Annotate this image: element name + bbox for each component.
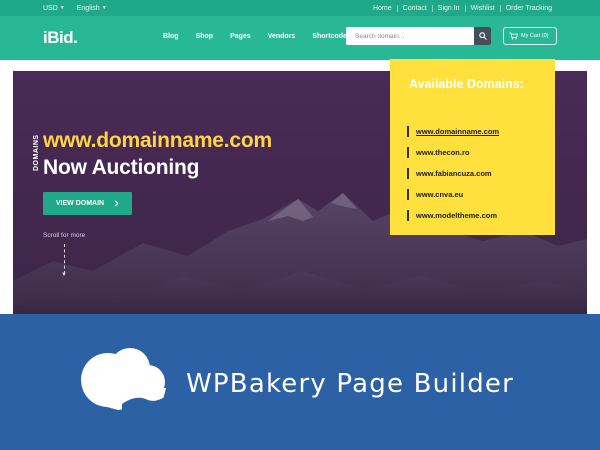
- language-label: English: [76, 4, 100, 12]
- list-bullet-bar: [407, 168, 409, 179]
- list-bullet-bar: [407, 147, 409, 158]
- view-domain-label: VIEW DOMAIN: [55, 200, 105, 207]
- nav-item-pages[interactable]: Pages: [230, 33, 251, 40]
- cart-button[interactable]: My Cart (0): [503, 27, 557, 45]
- domain-link[interactable]: www.fabiancuza.com: [416, 169, 492, 178]
- nav-item-blog[interactable]: Blog: [163, 33, 179, 40]
- currency-selector[interactable]: USD ▼: [43, 5, 65, 12]
- chevron-right-icon: [114, 200, 119, 207]
- panel-title: Available Domains:: [409, 77, 524, 91]
- domain-list-item[interactable]: www.cnva.eu: [407, 184, 499, 205]
- cart-label: My Cart (0): [521, 33, 549, 39]
- domain-list-item[interactable]: www.domainname.com: [407, 121, 499, 142]
- language-selector[interactable]: English ▼: [77, 5, 107, 12]
- top-link-sign-in[interactable]: Sign In: [431, 4, 465, 12]
- domain-link[interactable]: www.modeltheme.com: [416, 211, 497, 220]
- available-domains-panel: Available Domains: www.domainname.com ww…: [390, 59, 555, 235]
- main-nav: Blog Shop Pages Vendors Shortcodes: [163, 33, 351, 40]
- domain-list-item[interactable]: www.fabiancuza.com: [407, 163, 499, 184]
- top-link-contact[interactable]: Contact: [396, 4, 432, 12]
- arrow-down-icon: ▼: [61, 272, 67, 278]
- domain-list: www.domainname.com www.thecon.ro www.fab…: [407, 121, 499, 226]
- search-input[interactable]: [346, 27, 474, 45]
- scroll-for-more[interactable]: Scroll for more: [43, 232, 85, 239]
- currency-label: USD: [43, 4, 58, 12]
- domain-list-item[interactable]: www.modeltheme.com: [407, 205, 499, 226]
- domain-list-item[interactable]: www.thecon.ro: [407, 142, 499, 163]
- page: USD ▼ English ▼ Home Contact Sign In Wis…: [0, 0, 600, 450]
- chevron-down-icon: ▼: [59, 5, 65, 11]
- search-box: [346, 27, 491, 45]
- wpbakery-cloud-logo: [81, 348, 166, 410]
- site-logo[interactable]: iBid.: [43, 28, 78, 48]
- main-header: iBid. Blog Shop Pages Vendors Shortcodes: [0, 16, 600, 60]
- top-link-order-tracking[interactable]: Order Tracking: [499, 4, 557, 12]
- list-bullet-bar: [407, 126, 409, 137]
- hero-subheadline: Now Auctioning: [43, 156, 200, 179]
- wpbakery-banner: WPBakery Page Builder: [0, 314, 600, 450]
- top-bar: USD ▼ English ▼ Home Contact Sign In Wis…: [0, 0, 600, 16]
- view-domain-button[interactable]: VIEW DOMAIN: [43, 192, 132, 215]
- cart-icon: [509, 32, 518, 40]
- search-button[interactable]: [474, 27, 491, 45]
- domain-link[interactable]: www.thecon.ro: [416, 148, 469, 157]
- chevron-down-icon: ▼: [101, 5, 107, 11]
- scroll-indicator-line: [64, 244, 65, 274]
- top-link-home[interactable]: Home: [368, 5, 397, 12]
- top-link-wishlist[interactable]: Wishlist: [464, 4, 500, 12]
- list-bullet-bar: [407, 210, 409, 221]
- nav-item-shop[interactable]: Shop: [196, 33, 214, 40]
- wpbakery-title: WPBakery Page Builder: [186, 369, 514, 399]
- search-icon: [478, 32, 487, 40]
- vertical-section-label: DOMAINS: [33, 134, 40, 171]
- top-links: Home Contact Sign In Wishlist Order Trac…: [368, 0, 557, 16]
- domain-link[interactable]: www.cnva.eu: [416, 190, 463, 199]
- hero-domain-headline: www.domainname.com: [43, 129, 272, 152]
- list-bullet-bar: [407, 189, 409, 200]
- nav-item-vendors[interactable]: Vendors: [268, 33, 296, 40]
- domain-link[interactable]: www.domainname.com: [416, 127, 499, 136]
